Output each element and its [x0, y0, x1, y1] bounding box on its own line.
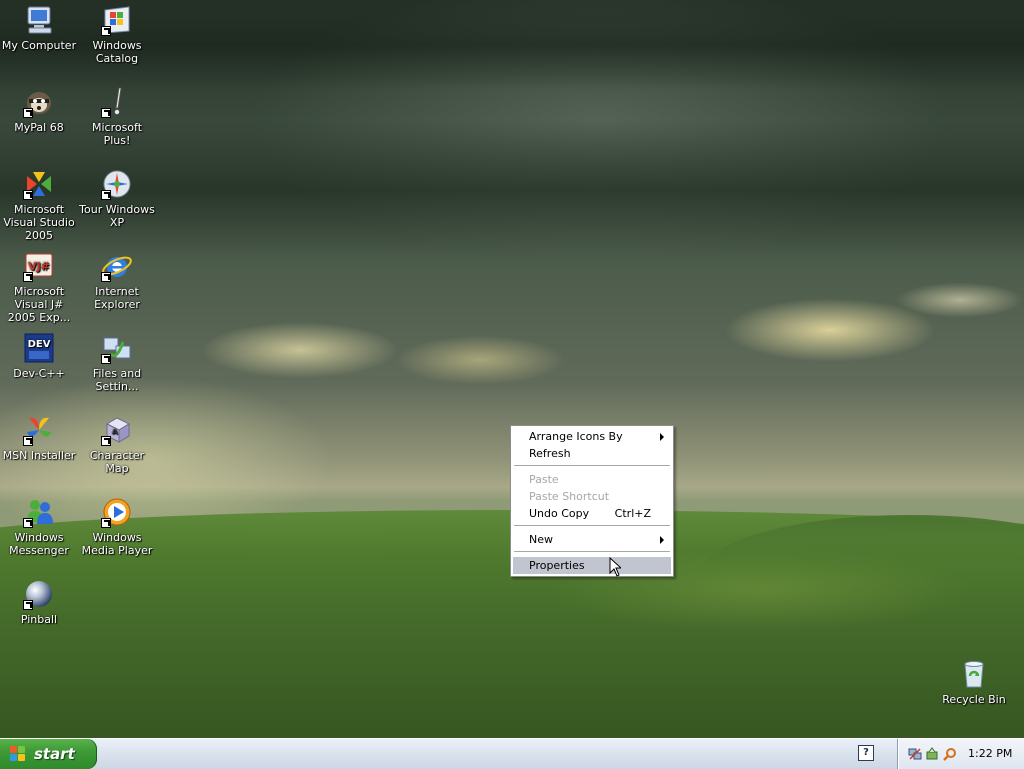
menu-item-label: New	[529, 533, 553, 546]
start-label: start	[34, 745, 75, 763]
shortcut-arrow-icon	[101, 26, 111, 36]
menu-item-arrange-icons-by[interactable]: Arrange Icons By	[513, 428, 671, 445]
menu-item-paste[interactable]: Paste	[513, 471, 671, 488]
desktop-icon-internet-explorer[interactable]: Internet Explorer	[78, 250, 156, 311]
desktop-icon-windows-media-player[interactable]: Windows Media Player	[78, 496, 156, 557]
icon-label: MyPal 68	[14, 121, 64, 134]
shortcut-arrow-icon	[101, 354, 111, 364]
desktop-icon-tour-windows[interactable]: Tour Windows XP	[78, 168, 156, 229]
start-button[interactable]: start	[0, 739, 97, 769]
menu-item-label: Properties	[529, 559, 585, 572]
svg-text:A: A	[112, 428, 118, 436]
help-icon[interactable]: ?	[858, 745, 874, 761]
shortcut-arrow-icon	[23, 518, 33, 528]
menu-item-refresh[interactable]: Refresh	[513, 445, 671, 462]
menu-item-paste-shortcut[interactable]: Paste Shortcut	[513, 488, 671, 505]
dev-cpp-icon: DEV	[23, 332, 55, 364]
svg-text:DEV: DEV	[28, 339, 51, 350]
icon-label: MSN Installer	[2, 449, 76, 462]
files-settings-icon	[101, 332, 133, 364]
character-map-icon: A	[101, 414, 133, 446]
menu-item-shortcut: Ctrl+Z	[614, 507, 651, 520]
visual-studio-icon	[23, 168, 55, 200]
internet-explorer-icon	[101, 250, 133, 282]
shortcut-arrow-icon	[23, 190, 33, 200]
windows-media-player-icon	[101, 496, 133, 528]
windows-catalog-icon	[101, 4, 133, 36]
menu-item-label: Refresh	[529, 447, 571, 460]
desktop-icon-files-settings[interactable]: Files and Settin...	[78, 332, 156, 393]
recycle-bin-icon	[958, 658, 990, 690]
menu-item-label: Paste	[529, 473, 559, 486]
mypal-icon	[23, 86, 55, 118]
shortcut-arrow-icon	[101, 436, 111, 446]
icon-label: Recycle Bin	[942, 693, 1006, 706]
clock[interactable]: 1:22 PM	[968, 739, 1012, 769]
desktop-icon-visual-jsharp[interactable]: VJ# Microsoft Visual J# 2005 Exp...	[0, 250, 78, 324]
desktop-icon-mypal[interactable]: MyPal 68	[0, 86, 78, 134]
network-icon[interactable]	[908, 747, 922, 761]
desktop-context-menu: Arrange Icons By Refresh Paste Paste Sho…	[510, 425, 674, 577]
shortcut-arrow-icon	[23, 108, 33, 118]
icon-label: Microsoft Plus!	[91, 121, 143, 147]
my-computer-icon	[23, 4, 55, 36]
menu-item-label: Arrange Icons By	[529, 430, 623, 443]
icon-label: Character Map	[89, 449, 145, 475]
icon-label: My Computer	[1, 39, 77, 52]
microsoft-plus-icon	[101, 86, 133, 118]
menu-item-new[interactable]: New	[513, 531, 671, 548]
menu-item-properties[interactable]: Properties	[513, 557, 671, 574]
icon-label: Internet Explorer	[94, 285, 140, 311]
system-tray: 1:22 PM	[897, 739, 1024, 769]
desktop-icon-pinball[interactable]: Pinball	[0, 578, 78, 626]
desktop-icon-microsoft-plus[interactable]: Microsoft Plus!	[78, 86, 156, 147]
menu-item-label: Paste Shortcut	[529, 490, 610, 503]
shortcut-arrow-icon	[101, 518, 111, 528]
icon-label: Microsoft Visual J# 2005 Exp...	[7, 285, 71, 324]
menu-separator	[514, 551, 670, 552]
desktop-icon-msn-installer[interactable]: MSN Installer	[0, 414, 78, 462]
shortcut-arrow-icon	[23, 600, 33, 610]
menu-item-label: Undo Copy	[529, 507, 590, 520]
shortcut-arrow-icon	[101, 190, 111, 200]
icon-label: Tour Windows XP	[79, 203, 155, 229]
mouse-cursor-icon	[609, 557, 621, 577]
windows-messenger-icon	[23, 496, 55, 528]
shortcut-arrow-icon	[101, 272, 111, 282]
submenu-arrow-icon	[660, 433, 664, 441]
icon-label: Pinball	[20, 613, 58, 626]
visual-jsharp-icon: VJ#	[23, 250, 55, 282]
desktop-icon-windows-catalog[interactable]: Windows Catalog	[78, 4, 156, 65]
shortcut-arrow-icon	[23, 272, 33, 282]
desktop-icon-my-computer[interactable]: My Computer	[0, 4, 78, 52]
search-icon[interactable]	[943, 747, 957, 761]
menu-separator	[514, 525, 670, 526]
icon-label: Dev-C++	[13, 367, 65, 380]
submenu-arrow-icon	[660, 536, 664, 544]
icon-label: Windows Catalog	[92, 39, 142, 65]
icon-label: Windows Media Player	[81, 531, 153, 557]
safely-remove-hardware-icon[interactable]	[925, 747, 939, 761]
desktop-icon-character-map[interactable]: A Character Map	[78, 414, 156, 475]
shortcut-arrow-icon	[101, 108, 111, 118]
windows-logo-icon	[10, 746, 26, 762]
desktop-icon-recycle-bin[interactable]: Recycle Bin	[935, 658, 1013, 706]
desktop-icon-windows-messenger[interactable]: Windows Messenger	[0, 496, 78, 557]
desktop-icon-dev-cpp[interactable]: DEV Dev-C++	[0, 332, 78, 380]
menu-separator	[514, 465, 670, 466]
desktop-icon-visual-studio[interactable]: Microsoft Visual Studio 2005	[0, 168, 78, 242]
menu-item-undo-copy[interactable]: Undo Copy Ctrl+Z	[513, 505, 671, 522]
icon-label: Microsoft Visual Studio 2005	[3, 203, 75, 242]
msn-installer-icon	[23, 414, 55, 446]
shortcut-arrow-icon	[23, 436, 33, 446]
tour-windows-icon	[101, 168, 133, 200]
pinball-icon	[23, 578, 55, 610]
icon-label: Windows Messenger	[9, 531, 69, 557]
icon-label: Files and Settin...	[92, 367, 142, 393]
